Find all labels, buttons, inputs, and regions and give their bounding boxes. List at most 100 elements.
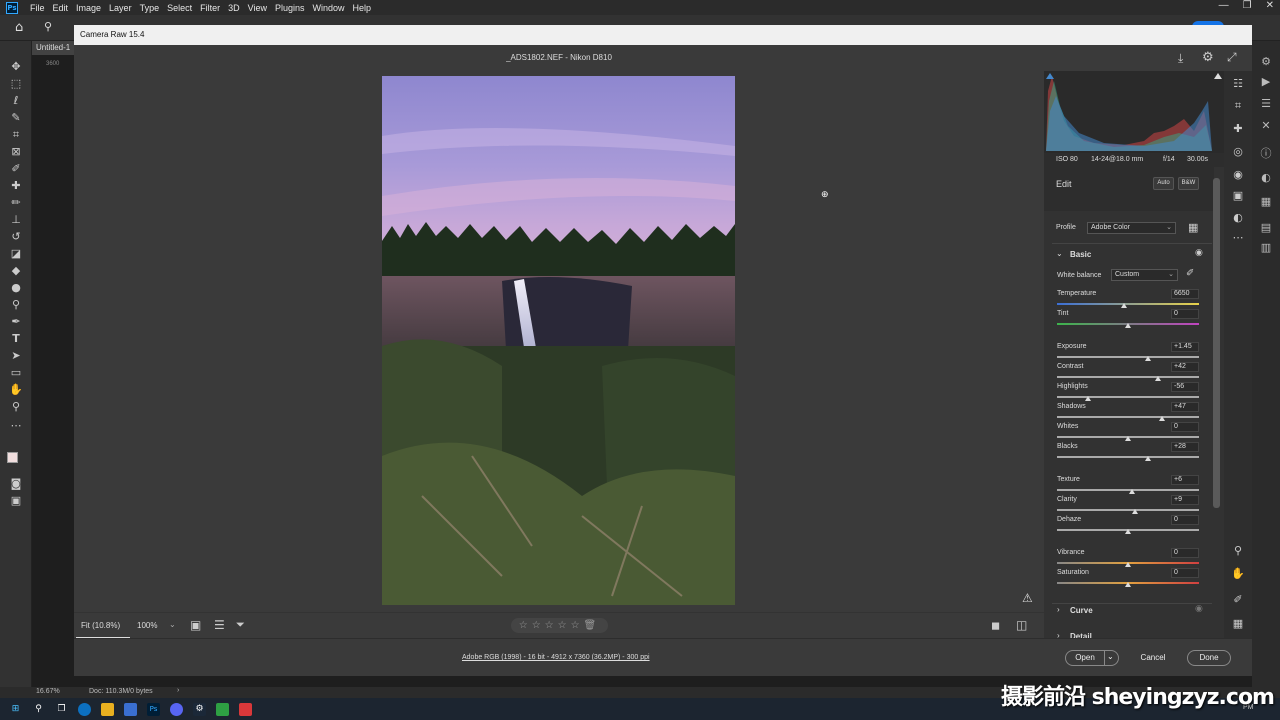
slider-thumb-contrast[interactable] (1154, 376, 1161, 381)
sort-icon[interactable]: ☰ (214, 618, 225, 632)
actions-play-icon[interactable]: ▶ (1259, 75, 1273, 89)
foreground-color-swatch[interactable] (7, 452, 18, 463)
path-select-icon[interactable]: ➤ (9, 349, 23, 363)
quick-select-icon[interactable]: ✎ (9, 111, 23, 125)
save-image-icon[interactable]: ⤓ (1178, 51, 1183, 66)
paths-icon[interactable]: ✕ (1259, 119, 1273, 133)
hand-icon[interactable]: ✋ (1230, 567, 1246, 581)
menu-3d[interactable]: 3D (224, 3, 244, 13)
slider-thumb-vibrance[interactable] (1125, 562, 1131, 567)
slider-value-dehaze[interactable]: 0 (1171, 515, 1199, 525)
clipping-warning-icon[interactable]: ⚠ (1022, 591, 1033, 605)
close-icon[interactable]: ✕ (1266, 0, 1274, 11)
zoom-icon[interactable]: ⚲ (1230, 544, 1246, 558)
search-icon[interactable]: ⚲ (32, 703, 45, 716)
chevron-down-icon[interactable]: ⌄ (1107, 650, 1114, 664)
slider-thumb-blacks[interactable] (1144, 456, 1151, 461)
slider-thumb-temperature[interactable] (1120, 303, 1127, 308)
zoom-tool-icon[interactable]: ⚲ (44, 20, 52, 33)
slider-thumb-saturation[interactable] (1125, 582, 1131, 587)
basic-section-title[interactable]: Basic (1070, 250, 1091, 259)
menu-select[interactable]: Select (163, 3, 196, 13)
menu-file[interactable]: File (26, 3, 49, 13)
slider-track-clarity[interactable] (1057, 509, 1199, 511)
zoom-fit-button[interactable]: Fit (10.8%) (81, 621, 120, 630)
crop-tool-icon[interactable]: ⌗ (9, 128, 23, 142)
hand-tool-icon[interactable]: ✋ (9, 383, 23, 397)
slider-thumb-shadows[interactable] (1159, 416, 1166, 421)
auto-button[interactable]: Auto (1153, 177, 1174, 190)
document-tab[interactable]: Untitled-1 (32, 41, 74, 55)
slider-value-tint[interactable]: 0 (1171, 309, 1199, 319)
task-view-icon[interactable]: ❐ (55, 703, 68, 716)
slider-thumb-tint[interactable] (1125, 323, 1131, 328)
stamp-tool-icon[interactable]: ⊥ (9, 213, 23, 227)
slider-value-exposure[interactable]: +1.45 (1171, 342, 1199, 352)
quick-mask-icon[interactable]: ◙ (9, 477, 23, 491)
brush-tool-icon[interactable]: ✏ (9, 196, 23, 210)
profile-dropdown[interactable]: Adobe Color ⌄ (1087, 222, 1176, 234)
more-icon[interactable]: ⋯ (1230, 231, 1246, 245)
snapshots-icon[interactable]: ▣ (1230, 189, 1246, 203)
channels-icon[interactable]: ▥ (1259, 241, 1273, 255)
steam-icon[interactable]: ⚙ (193, 702, 206, 716)
type-tool-icon[interactable]: T (9, 332, 23, 346)
slider-thumb-highlights[interactable] (1085, 396, 1092, 401)
slider-value-texture[interactable]: +6 (1171, 475, 1199, 485)
curve-section-title[interactable]: Curve (1070, 606, 1093, 615)
open-button[interactable]: Open ⌄ (1065, 650, 1119, 666)
panel-scrollbar[interactable] (1213, 178, 1220, 508)
restore-icon[interactable]: ❐ (1243, 0, 1252, 11)
windows-start-icon[interactable]: ⊞ (9, 703, 22, 716)
menu-plugins[interactable]: Plugins (271, 3, 309, 13)
shadow-clipping-indicator[interactable] (1046, 73, 1054, 79)
slider-thumb-clarity[interactable] (1132, 509, 1139, 514)
image-preview-area[interactable]: ⊕ ⚠ (74, 71, 1044, 612)
color-icon[interactable]: ◐ (1259, 171, 1273, 185)
slider-value-blacks[interactable]: +28 (1171, 442, 1199, 452)
grid-overlay-icon[interactable]: ▦ (1230, 617, 1246, 631)
profile-browser-icon[interactable]: ▦ (1188, 221, 1198, 234)
eye-icon[interactable]: ◉ (1195, 248, 1203, 258)
file-explorer-icon[interactable] (101, 702, 114, 716)
cancel-button[interactable]: Cancel (1134, 650, 1172, 666)
slider-value-whites[interactable]: 0 (1171, 422, 1199, 432)
slider-value-shadows[interactable]: +47 (1171, 402, 1199, 412)
blur-tool-icon[interactable]: ● (9, 281, 23, 295)
swatches-icon[interactable]: ▦ (1259, 195, 1273, 209)
zoom-100-button[interactable]: 100% (137, 621, 157, 630)
settings-gear-icon[interactable]: ⚙ (1202, 50, 1214, 65)
menu-layer[interactable]: Layer (105, 3, 136, 13)
slider-track-texture[interactable] (1057, 489, 1199, 491)
done-button[interactable]: Done (1187, 650, 1231, 666)
chevron-right-icon[interactable]: › (177, 687, 179, 694)
presets-icon[interactable]: ◐ (1230, 211, 1246, 225)
screen-mode-icon[interactable]: ▣ (9, 494, 23, 508)
more-tools-icon[interactable]: ⋯ (9, 419, 23, 433)
discord-icon[interactable] (170, 702, 183, 716)
crop-icon[interactable]: ⌗ (1230, 99, 1246, 113)
frame-tool-icon[interactable]: ⊠ (9, 145, 23, 159)
slider-thumb-dehaze[interactable] (1125, 529, 1131, 534)
photoshop-taskbar-icon[interactable]: Ps (147, 702, 160, 716)
lasso-tool-icon[interactable]: ℓ (9, 94, 23, 108)
home-icon[interactable]: ⌂ (15, 20, 23, 35)
layers-icon[interactable]: ▤ (1259, 221, 1273, 235)
slider-value-temperature[interactable]: 6650 (1171, 289, 1199, 299)
status-zoom[interactable]: 16.67% (36, 688, 60, 695)
single-view-icon[interactable]: ◼ (991, 619, 1000, 632)
slider-track-temperature[interactable] (1057, 303, 1199, 305)
minimize-icon[interactable]: — (1219, 0, 1229, 11)
menu-filter[interactable]: Filter (196, 3, 224, 13)
chevron-right-icon[interactable]: › (1057, 605, 1060, 614)
slider-value-saturation[interactable]: 0 (1171, 568, 1199, 578)
zoom-dropdown-chevron-icon[interactable]: ⌄ (169, 620, 176, 629)
menu-edit[interactable]: Edit (49, 3, 73, 13)
move-tool-icon[interactable]: ✥ (9, 60, 23, 74)
slider-value-clarity[interactable]: +9 (1171, 495, 1199, 505)
menu-window[interactable]: Window (309, 3, 349, 13)
slider-track-contrast[interactable] (1057, 376, 1199, 378)
red-eye-icon[interactable]: ◉ (1230, 168, 1246, 182)
menu-image[interactable]: Image (72, 3, 105, 13)
slider-thumb-texture[interactable] (1129, 489, 1136, 494)
